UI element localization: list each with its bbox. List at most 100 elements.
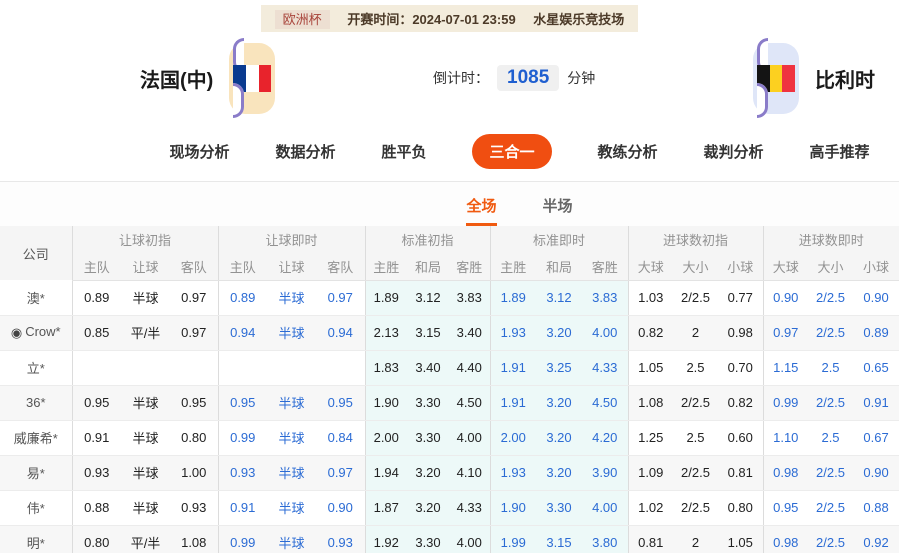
odds-cell: 3.20: [407, 455, 449, 491]
group-header-2: 标准初指: [364, 226, 490, 253]
odds-cell: 0.70: [718, 350, 764, 386]
odds-cell: 0.67: [853, 420, 899, 456]
company-cell[interactable]: 易*: [0, 455, 72, 491]
odds-cell: 1.94: [364, 455, 407, 491]
odds-cell: 0.97: [170, 315, 218, 351]
odds-cell: 0.89: [217, 280, 267, 316]
odds-cell: 半球: [121, 385, 170, 421]
tab-1x2[interactable]: 胜平负: [381, 141, 426, 162]
odds-table-body: 澳* 0.89 半球 0.97 0.89 半球 0.97 1.89 3.12 3.83 1.89 3.…: [0, 280, 899, 553]
odds-cell: 4.00: [582, 490, 628, 526]
odds-cell: 0.60: [718, 420, 764, 456]
col-header: 主胜: [489, 253, 536, 281]
company-cell[interactable]: ◉ Crow*: [0, 315, 72, 351]
odds-cell: 2.13: [364, 315, 407, 351]
odds-cell: [316, 350, 365, 386]
table-row: 伟* 0.88 半球 0.93 0.91 半球 0.90 1.87 3.20 4.33 1.90 3.…: [0, 490, 899, 526]
odds-cell: 4.00: [449, 420, 490, 456]
odds-cell: 0.65: [853, 350, 899, 386]
odds-cell: 0.99: [217, 525, 267, 553]
odds-cell: 1.03: [627, 280, 673, 316]
odds-cell: 3.30: [407, 385, 449, 421]
odds-cell: 0.93: [316, 525, 365, 553]
company-cell[interactable]: 立*: [0, 350, 72, 386]
odds-cell: 3.20: [536, 420, 582, 456]
odds-cell: 2/2.5: [808, 455, 854, 491]
odds-cell: 0.95: [170, 385, 218, 421]
countdown-unit: 分钟: [567, 70, 596, 86]
odds-cell: 半球: [121, 455, 170, 491]
tab-expert[interactable]: 高手推荐: [810, 141, 870, 162]
company-column-header: 公司: [0, 226, 72, 280]
odds-cell: 3.40: [407, 350, 449, 386]
odds-cell: 2/2.5: [808, 280, 854, 316]
company-cell[interactable]: 澳*: [0, 280, 72, 316]
odds-cell: 2: [673, 315, 718, 351]
odds-cell: 1.02: [627, 490, 673, 526]
odds-cell: 3.80: [582, 525, 628, 553]
col-header: 主队: [71, 253, 121, 281]
odds-cell: 3.20: [536, 315, 582, 351]
odds-cell: 0.95: [762, 490, 809, 526]
group-header-1: 让球即时: [217, 226, 365, 253]
odds-cell: 半球: [267, 385, 316, 421]
odds-cell: 3.20: [536, 385, 582, 421]
odds-cell: 0.80: [718, 490, 764, 526]
home-team-name: 法国(中): [140, 69, 214, 92]
belgium-flag-icon: [757, 64, 796, 92]
odds-cell: 1.90: [489, 490, 536, 526]
odds-cell: 2/2.5: [673, 490, 718, 526]
table-row: 澳* 0.89 半球 0.97 0.89 半球 0.97 1.89 3.12 3.83 1.89 3.…: [0, 280, 899, 316]
tab-3in1[interactable]: 三合一: [472, 134, 552, 169]
odds-cell: 0.98: [762, 455, 809, 491]
odds-cell: 0.98: [762, 525, 809, 553]
odds-cell: 0.90: [762, 280, 809, 316]
company-cell[interactable]: 威廉希*: [0, 420, 72, 456]
group-header-4: 进球数初指: [627, 226, 764, 253]
odds-cell: 2.5: [808, 420, 854, 456]
col-header: 小球: [853, 253, 899, 281]
odds-cell: 0.91: [853, 385, 899, 421]
odds-cell: 1.87: [364, 490, 407, 526]
odds-cell: 2/2.5: [808, 490, 854, 526]
tab-coach[interactable]: 教练分析: [598, 141, 658, 162]
odds-cell: 0.90: [853, 455, 899, 491]
kickoff-time: 开赛时间：2024-07-01 23:59: [347, 12, 516, 27]
odds-cell: 3.90: [582, 455, 628, 491]
col-header: 和局: [407, 253, 449, 281]
tab-data[interactable]: 数据分析: [275, 141, 335, 162]
odds-cell: 半球: [121, 280, 170, 316]
odds-cell: 0.81: [627, 525, 673, 553]
tab-referee[interactable]: 裁判分析: [704, 141, 764, 162]
odds-cell: 2.5: [808, 350, 854, 386]
subtab-full[interactable]: 全场: [466, 195, 497, 226]
odds-cell: 0.85: [71, 315, 121, 351]
col-header: 大小: [673, 253, 718, 281]
odds-cell: [170, 350, 218, 386]
odds-table-head: 公司 让球初指 让球即时 标准初指 标准即时 进球数初指 进球数即时 主队 让球 客队 主队 让球 客队…: [0, 226, 899, 281]
col-header: 主队: [217, 253, 267, 281]
odds-cell: 1.89: [489, 280, 536, 316]
match-meta: 欧洲杯 开赛时间：2024-07-01 23:59 水星娱乐竞技场: [260, 5, 639, 32]
col-header: 让球: [267, 253, 316, 281]
table-row: 明* 0.80 平/半 1.08 0.99 半球 0.93 1.92 3.30 4.00 1.99 3…: [0, 525, 899, 553]
odds-cell: 0.95: [316, 385, 365, 421]
odds-cell: 半球: [267, 525, 316, 553]
subtab-half[interactable]: 半场: [543, 195, 573, 226]
odds-cell: [121, 350, 170, 386]
company-cell[interactable]: 明*: [0, 525, 72, 553]
odds-cell: 0.90: [316, 490, 365, 526]
odds-cell: 1.05: [627, 350, 673, 386]
company-cell[interactable]: 36*: [0, 385, 72, 421]
company-cell[interactable]: 伟*: [0, 490, 72, 526]
odds-cell: 2.00: [489, 420, 536, 456]
col-header: 大球: [762, 253, 809, 281]
odds-cell: 0.94: [316, 315, 365, 351]
odds-cell: 半球: [267, 280, 316, 316]
odds-cell: 4.00: [582, 315, 628, 351]
france-flag-icon: [233, 64, 272, 92]
odds-cell: 0.91: [217, 490, 267, 526]
odds-cell: 0.81: [718, 455, 764, 491]
away-flag-frame: [753, 37, 799, 118]
tab-live[interactable]: 现场分析: [169, 141, 229, 162]
